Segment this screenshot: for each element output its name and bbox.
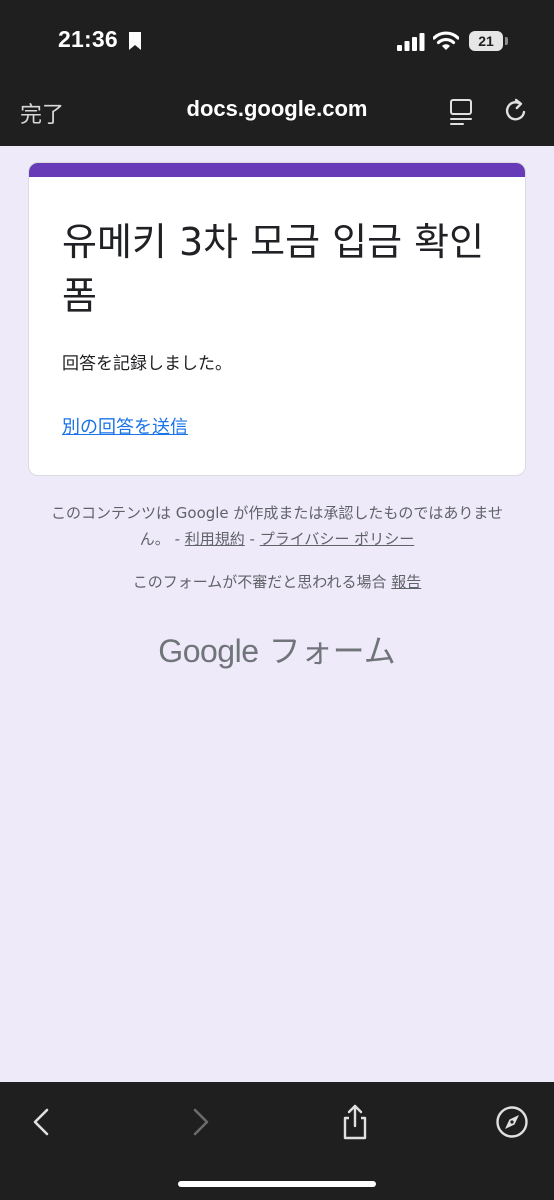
- browser-toolbar: 完了 docs.google.com: [0, 82, 554, 146]
- submit-another-response-link[interactable]: 別の回答を送信: [62, 413, 188, 439]
- card-accent-bar: [29, 163, 525, 177]
- form-title: 유메키 3차 모금 입금 확인 폼: [62, 220, 485, 318]
- wifi-icon: [433, 31, 459, 50]
- battery-tip: [505, 37, 508, 45]
- url-text: docs.google.com: [186, 96, 368, 121]
- brand-google: Google: [158, 633, 259, 669]
- status-bar: 21:36 21: [0, 0, 554, 82]
- link-separator: -: [244, 530, 260, 548]
- form-confirmation-card: 유메키 3차 모금 입금 확인 폼 回答を記録しました。 別の回答を送信: [28, 162, 526, 476]
- report-link[interactable]: 報告: [391, 573, 421, 591]
- bookmark-icon: [129, 32, 141, 50]
- confirmation-message: 回答を記録しました。: [62, 354, 232, 374]
- chevron-right-icon[interactable]: [180, 1102, 220, 1142]
- compass-icon[interactable]: [492, 1102, 532, 1142]
- status-time: 21:36: [58, 26, 118, 52]
- bottom-toolbar: [0, 1082, 554, 1200]
- brand-forms: フォーム: [258, 632, 396, 670]
- privacy-policy-link[interactable]: プライバシー ポリシー: [260, 530, 414, 548]
- home-indicator[interactable]: [178, 1181, 376, 1187]
- share-icon[interactable]: [335, 1102, 375, 1142]
- reload-icon[interactable]: [503, 98, 529, 124]
- chevron-left-icon[interactable]: [22, 1102, 62, 1142]
- battery-indicator: 21: [469, 31, 503, 51]
- google-forms-logo[interactable]: Google フォーム: [0, 626, 554, 672]
- report-abuse-line: このフォームが不審だと思われる場合 報告: [0, 571, 554, 592]
- terms-link[interactable]: 利用規約: [185, 530, 245, 548]
- report-prefix: このフォームが不審だと思われる場合: [132, 573, 392, 591]
- reader-view-icon[interactable]: [449, 98, 473, 126]
- cellular-signal-icon: [397, 33, 425, 51]
- google-disclaimer: このコンテンツは Google が作成または承認したものではありません。 - 利…: [44, 500, 510, 552]
